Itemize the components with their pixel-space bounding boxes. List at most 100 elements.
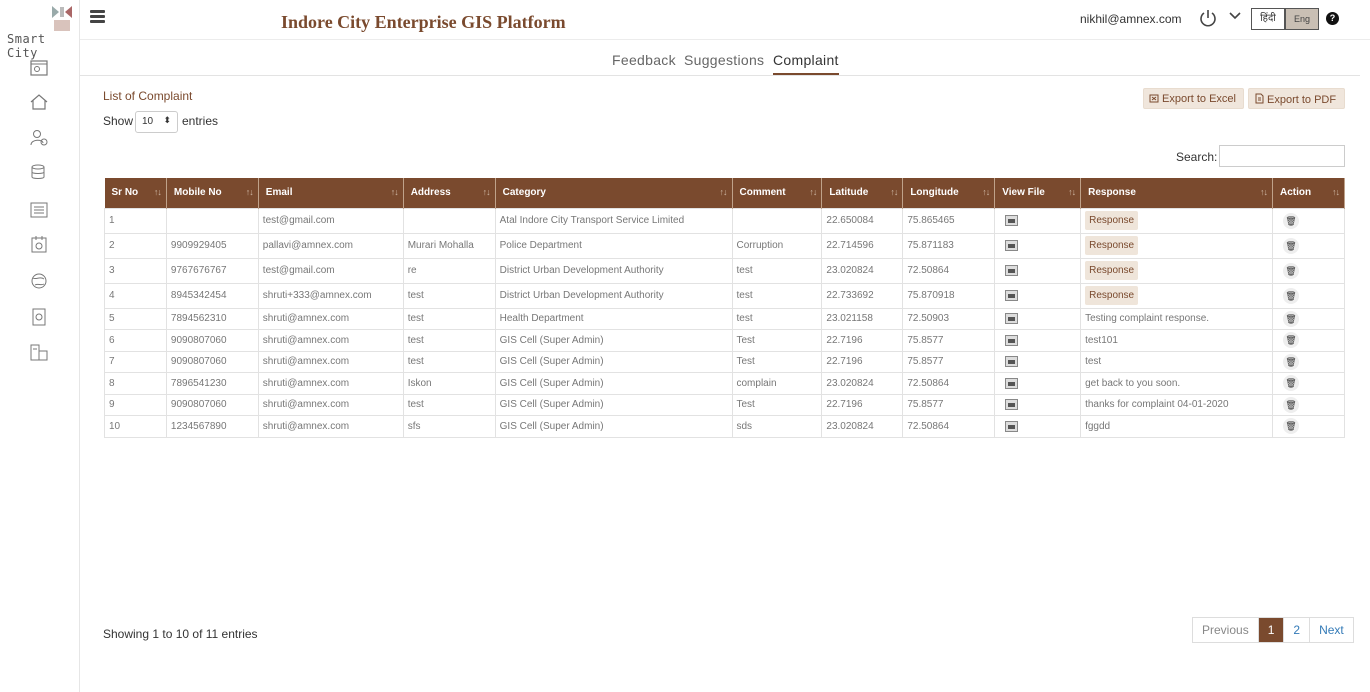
- col-response[interactable]: Response ↑↓: [1080, 178, 1273, 208]
- cell-address: re: [402, 257, 496, 284]
- cell-view-file: [994, 232, 1082, 259]
- search-input[interactable]: [1219, 145, 1345, 167]
- cell-comment: test: [731, 307, 823, 330]
- sidebar: Smart City: [0, 0, 80, 692]
- list-title: List of Complaint: [103, 89, 193, 103]
- cell-sr-no: 8: [104, 372, 167, 395]
- image-icon[interactable]: [1005, 313, 1019, 325]
- entries-label: entries: [182, 114, 219, 128]
- image-icon[interactable]: [1005, 356, 1019, 368]
- delete-icon[interactable]: 🗑: [1282, 310, 1299, 327]
- response-button[interactable]: Response: [1085, 286, 1139, 305]
- col-label: Response: [1088, 187, 1136, 199]
- cell-category: GIS Cell (Super Admin): [494, 415, 733, 438]
- col-view-file[interactable]: View File ↑↓: [994, 178, 1082, 208]
- sort-icon: ↑↓: [1259, 187, 1268, 197]
- response-button[interactable]: Response: [1085, 236, 1139, 255]
- cell-response: test: [1080, 350, 1273, 373]
- cell-sr-no: 10: [104, 415, 167, 438]
- cell-view-file: [994, 307, 1082, 330]
- image-icon[interactable]: [1005, 289, 1019, 301]
- pagination-page-1[interactable]: 1: [1258, 618, 1285, 642]
- delete-icon[interactable]: 🗑: [1282, 396, 1299, 413]
- delete-icon[interactable]: 🗑: [1282, 237, 1299, 254]
- cell-mobile: 9090807060: [165, 393, 259, 416]
- globe-icon[interactable]: [28, 270, 50, 292]
- cell-category: District Urban Development Authority: [494, 282, 733, 309]
- cell-mobile: 1234567890: [165, 415, 259, 438]
- image-icon[interactable]: [1005, 214, 1019, 226]
- lang-english-button[interactable]: Eng: [1285, 8, 1319, 30]
- cell-email: test@gmail.com: [257, 257, 404, 284]
- delete-icon[interactable]: 🗑: [1282, 332, 1299, 349]
- col-longitude[interactable]: Longitude ↑↓: [902, 178, 996, 208]
- entries-per-page-select[interactable]: 10 ⬍: [135, 111, 178, 133]
- col-address[interactable]: Address ↑↓: [403, 178, 496, 208]
- delete-icon[interactable]: 🗑: [1282, 212, 1299, 229]
- col-label: Action: [1279, 187, 1312, 199]
- user-email[interactable]: nikhil@amnex.com: [1080, 12, 1182, 26]
- tab-suggestions[interactable]: Suggestions: [684, 52, 764, 68]
- smart-city-logo[interactable]: Smart City: [3, 3, 77, 60]
- user-settings-icon[interactable]: [28, 127, 50, 149]
- tab-feedback[interactable]: Feedback: [612, 52, 676, 68]
- table-row: 1 test@gmail.com Atal Indore City Transpor…: [104, 207, 1346, 234]
- col-sr-no[interactable]: Sr No ↑↓: [104, 178, 167, 208]
- cell-sr-no: 3: [104, 257, 167, 284]
- cell-response: Response: [1080, 207, 1273, 234]
- report-icon[interactable]: [28, 306, 50, 328]
- image-icon[interactable]: [1005, 239, 1019, 251]
- layers-icon[interactable]: [28, 342, 50, 364]
- cell-sr-no: 9: [104, 393, 167, 416]
- hamburger-menu-icon[interactable]: [90, 10, 105, 23]
- cell-mobile: [165, 207, 259, 234]
- response-text: test101: [1085, 334, 1118, 346]
- image-icon[interactable]: [1005, 420, 1019, 432]
- delete-icon[interactable]: 🗑: [1282, 418, 1299, 435]
- cell-address: test: [402, 282, 496, 309]
- response-text: get back to you soon.: [1085, 377, 1181, 389]
- cell-action: 🗑: [1271, 282, 1346, 309]
- delete-icon[interactable]: 🗑: [1282, 262, 1299, 279]
- cell-comment: Test: [731, 329, 823, 352]
- pagination-page-2[interactable]: 2: [1284, 618, 1311, 642]
- image-icon[interactable]: [1005, 334, 1019, 346]
- col-mobile-no[interactable]: Mobile No ↑↓: [166, 178, 259, 208]
- pagination-next[interactable]: Next: [1310, 618, 1353, 642]
- col-category[interactable]: Category ↑↓: [495, 178, 733, 208]
- image-icon[interactable]: [1005, 399, 1019, 411]
- list-icon[interactable]: [28, 199, 50, 221]
- response-button[interactable]: Response: [1085, 211, 1139, 230]
- calendar-icon[interactable]: [28, 234, 50, 256]
- cell-response: Response: [1080, 257, 1273, 284]
- delete-icon[interactable]: 🗑: [1282, 287, 1299, 304]
- delete-icon[interactable]: 🗑: [1282, 375, 1299, 392]
- sort-icon: ↑↓: [245, 187, 254, 197]
- image-icon[interactable]: [1005, 377, 1019, 389]
- cell-address: [402, 207, 496, 234]
- cell-action: 🗑: [1271, 307, 1346, 330]
- cell-longitude: 75.870918: [902, 282, 996, 309]
- image-icon[interactable]: [1005, 264, 1019, 276]
- power-icon[interactable]: [1198, 8, 1218, 28]
- cell-view-file: [994, 372, 1082, 395]
- export-excel-button[interactable]: Export to Excel: [1143, 88, 1244, 109]
- cell-action: 🗑: [1271, 232, 1346, 259]
- pagination-previous[interactable]: Previous: [1193, 618, 1259, 642]
- database-icon[interactable]: [28, 162, 50, 184]
- help-icon[interactable]: ?: [1326, 12, 1339, 25]
- cell-action: 🗑: [1271, 350, 1346, 373]
- dashboard-icon[interactable]: [28, 57, 50, 79]
- lang-hindi-button[interactable]: हिंदी: [1251, 8, 1285, 30]
- home-icon[interactable]: [28, 91, 50, 113]
- col-action[interactable]: Action ↑↓: [1272, 178, 1346, 208]
- col-latitude[interactable]: Latitude ↑↓: [821, 178, 904, 208]
- col-email[interactable]: Email ↑↓: [258, 178, 404, 208]
- response-button[interactable]: Response: [1085, 261, 1139, 280]
- tab-complaint[interactable]: Complaint: [773, 52, 839, 75]
- export-pdf-button[interactable]: Export to PDF: [1248, 88, 1345, 109]
- chevron-down-icon[interactable]: [1229, 11, 1241, 21]
- col-comment[interactable]: Comment ↑↓: [732, 178, 823, 208]
- delete-icon[interactable]: 🗑: [1282, 353, 1299, 370]
- cell-comment: sds: [731, 415, 823, 438]
